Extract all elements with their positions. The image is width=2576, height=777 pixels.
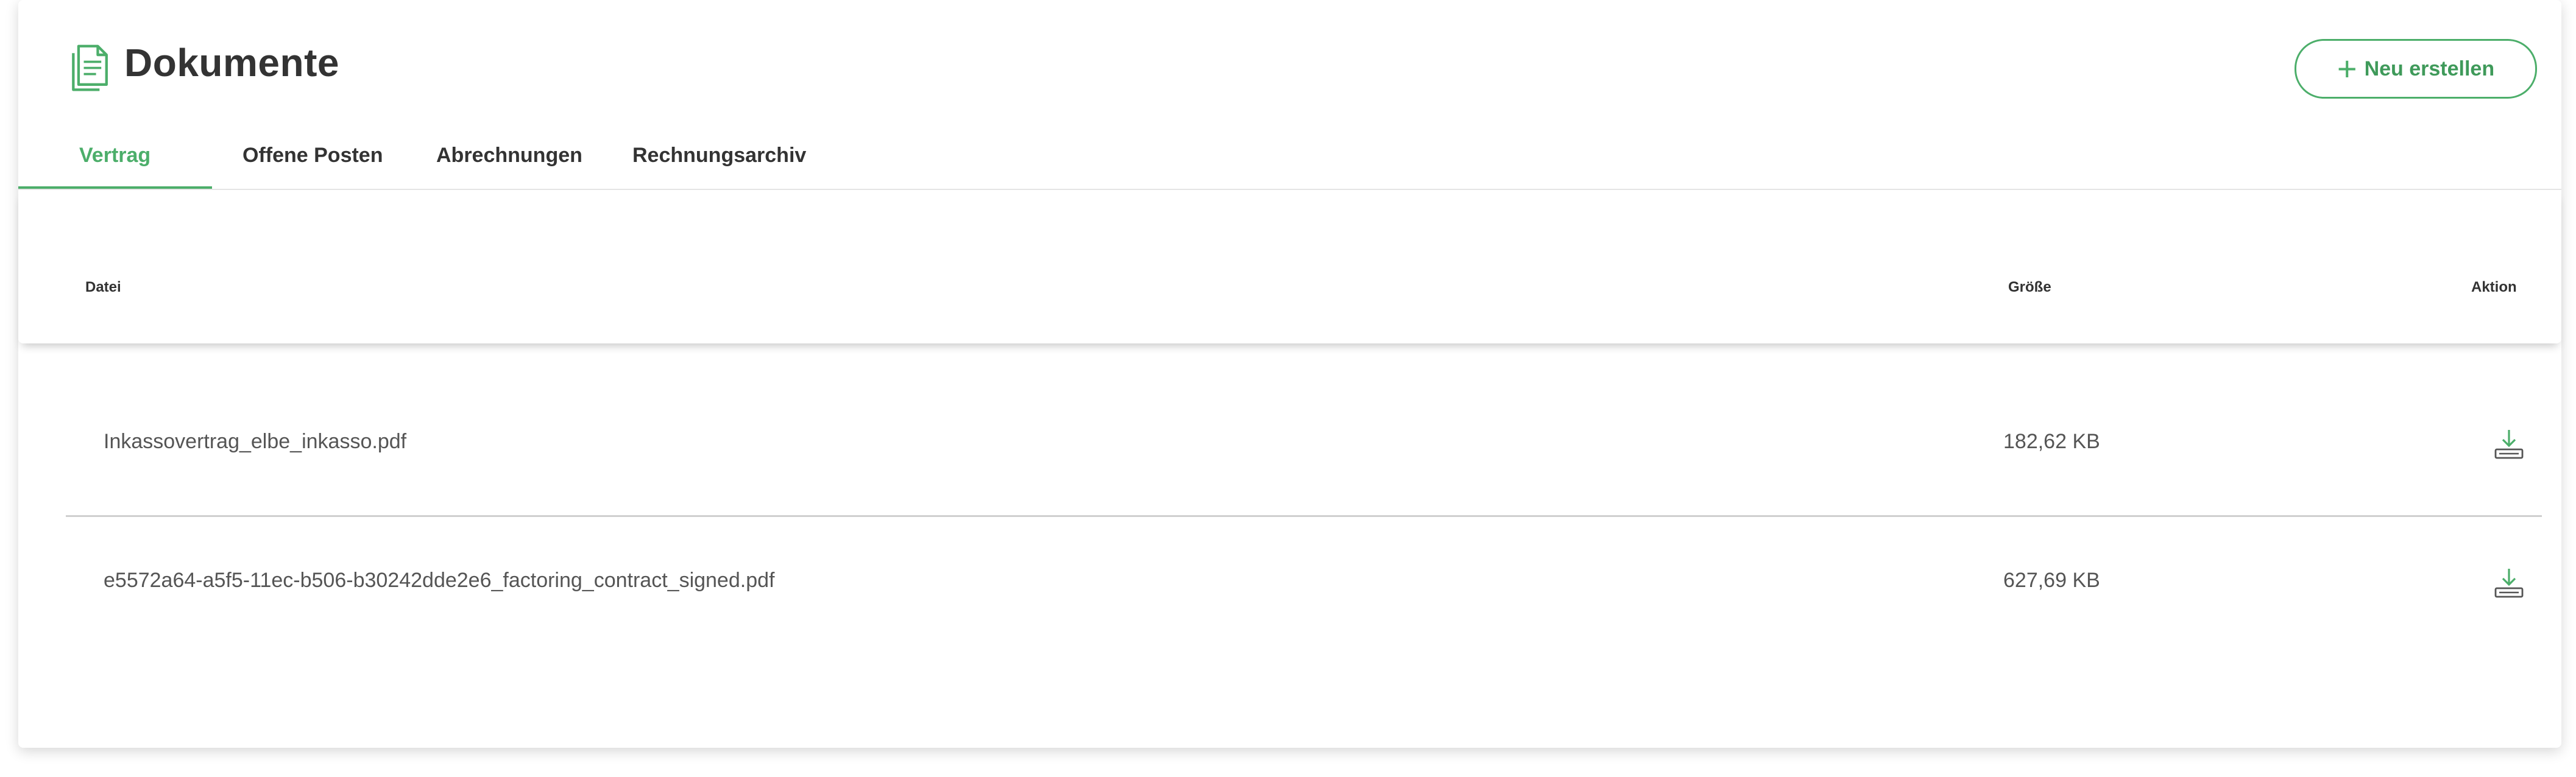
tab-offene-posten[interactable]: Offene Posten [242,144,383,167]
tab-abrechnungen[interactable]: Abrechnungen [436,144,582,167]
active-tab-indicator [18,186,212,189]
table-header: Datei Größe Aktion [18,190,2561,343]
column-header-file: Datei [85,279,121,295]
documents-card: Dokumente + Neu erstellen Vertrag Offene… [18,0,2561,748]
document-icon [72,44,108,91]
file-size: 627,69 KB [2003,569,2100,592]
plus-icon: + [2337,49,2357,88]
page-title: Dokumente [124,41,339,85]
new-document-button[interactable]: + Neu erstellen [2295,39,2537,99]
page-header: Dokumente + Neu erstellen [18,0,2561,122]
tab-vertrag[interactable]: Vertrag [79,144,150,167]
download-icon[interactable] [2492,427,2526,462]
new-button-label: Neu erstellen [2364,57,2495,80]
file-name[interactable]: e5572a64-a5f5-11ec-b506-b30242dde2e6_fac… [104,569,774,592]
table-row: Inkassovertrag_elbe_inkasso.pdf 182,62 K… [66,378,2542,517]
file-size: 182,62 KB [2003,430,2100,453]
document-tabs: Vertrag Offene Posten Abrechnungen Rechn… [18,134,2561,190]
column-header-action: Aktion [2471,279,2517,295]
column-header-size: Größe [2008,279,2051,295]
file-name[interactable]: Inkassovertrag_elbe_inkasso.pdf [104,430,406,454]
table-row: e5572a64-a5f5-11ec-b506-b30242dde2e6_fac… [66,516,2542,654]
tab-rechnungsarchiv[interactable]: Rechnungsarchiv [632,144,806,167]
download-icon[interactable] [2492,566,2526,600]
